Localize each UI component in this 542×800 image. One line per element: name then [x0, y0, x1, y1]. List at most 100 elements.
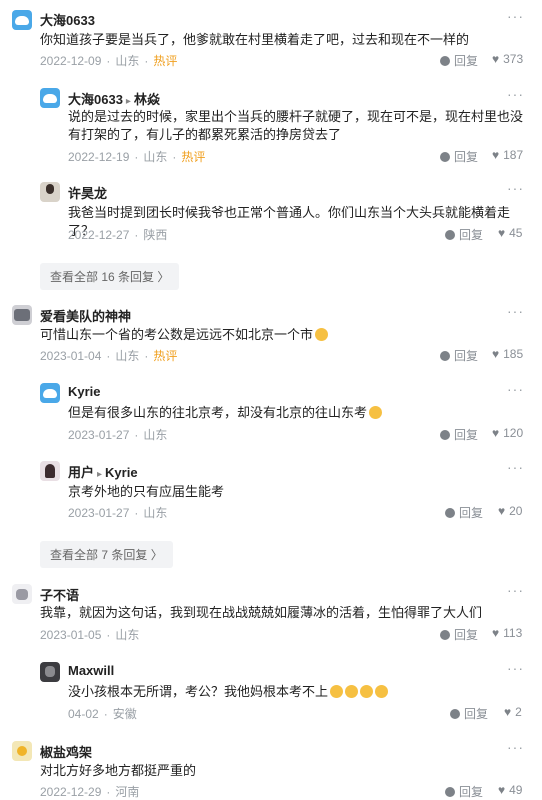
comment-location: 河南 — [115, 785, 140, 799]
heart-icon: ♥ — [504, 705, 512, 719]
avatar-icon[interactable] — [40, 461, 60, 481]
comment-date: 2023-01-04 — [40, 349, 102, 363]
like-button[interactable]: ♥ 49 — [498, 783, 522, 797]
reply-button[interactable]: 回复 — [440, 426, 478, 443]
comment-date: 2023-01-27 — [68, 428, 130, 442]
reply-to-user[interactable]: 林焱 — [134, 92, 160, 107]
comment-date: 2023-01-27 — [68, 506, 130, 520]
laughing-face-emoji — [345, 685, 359, 698]
more-icon[interactable]: ··· — [507, 381, 524, 397]
avatar-icon[interactable] — [12, 305, 32, 325]
more-icon[interactable]: ··· — [507, 582, 524, 598]
comment-date: 2022-12-19 — [68, 150, 130, 164]
avatar-icon[interactable] — [12, 10, 32, 30]
comment-text: 我靠，就因为这句话，我到现在战战兢兢如履薄冰的活着，生怕得罪了大人们 — [40, 605, 483, 620]
laughing-face-emoji — [315, 328, 329, 341]
more-icon[interactable]: ··· — [507, 660, 524, 676]
like-button[interactable]: ♥ 20 — [498, 504, 522, 518]
heart-icon: ♥ — [492, 426, 500, 440]
hot-badge: 热评 — [153, 349, 178, 363]
heart-icon: ♥ — [492, 626, 500, 640]
avatar-icon[interactable] — [40, 383, 60, 403]
username[interactable]: 许昊龙 — [68, 183, 107, 202]
comment-meta: 2022-12-19 · 山东 · 热评 — [68, 150, 206, 164]
comment-meta: 2023-01-05 · 山东 — [40, 628, 140, 642]
reply-button[interactable]: 回复 — [440, 347, 478, 364]
avatar-icon[interactable] — [40, 662, 60, 682]
comment-bubble-icon — [440, 630, 450, 640]
reply-button[interactable]: 回复 — [445, 504, 483, 521]
like-button[interactable]: ♥ 2 — [504, 705, 522, 719]
reply-to-user[interactable]: Kyrie — [105, 465, 138, 480]
hot-badge: 热评 — [153, 54, 178, 68]
like-button[interactable]: ♥ 45 — [498, 226, 522, 240]
comment-location: 陕西 — [143, 228, 168, 242]
comment-meta: 2023-01-27 · 山东 — [68, 428, 168, 442]
comment-date: 04-02 — [68, 707, 99, 721]
avatar-icon[interactable] — [40, 88, 60, 108]
comment-date: 2022-12-29 — [40, 785, 102, 799]
heart-icon: ♥ — [492, 148, 500, 162]
comment-location: 山东 — [115, 628, 140, 642]
comment-meta: 2022-12-29 · 河南 — [40, 785, 140, 799]
more-icon[interactable]: ··· — [507, 303, 524, 319]
view-all-replies-button[interactable]: 查看全部 7 条回复 〉 — [40, 541, 173, 568]
reply-arrow-icon: ▸ — [97, 469, 103, 480]
hot-badge: 热评 — [181, 150, 206, 164]
like-button[interactable]: ♥ 185 — [492, 347, 523, 361]
like-button[interactable]: ♥ 187 — [492, 148, 523, 162]
more-icon[interactable]: ··· — [507, 86, 524, 102]
heart-icon: ♥ — [498, 783, 506, 797]
laughing-face-emoji — [330, 685, 344, 698]
username[interactable]: Kyrie — [68, 384, 101, 399]
like-button[interactable]: ♥ 120 — [492, 426, 523, 440]
username[interactable]: 椒盐鸡架 — [40, 742, 92, 761]
comment-text: 但是有很多山东的往北京考，却没有北京的往山东考 — [68, 404, 528, 422]
comment-location: 山东 — [143, 150, 168, 164]
comment-meta: 04-02 · 安徽 — [68, 707, 137, 721]
more-icon[interactable]: ··· — [507, 739, 524, 755]
reply-button[interactable]: 回复 — [440, 148, 478, 165]
reply-button[interactable]: 回复 — [445, 783, 483, 800]
avatar-icon[interactable] — [12, 584, 32, 604]
reply-button[interactable]: 回复 — [440, 626, 478, 643]
username[interactable]: Maxwill — [68, 663, 114, 678]
like-button[interactable]: ♥ 373 — [492, 52, 523, 66]
comment-text: 说的是过去的时候，家里出个当兵的腰杆子就硬了，现在可不是，现在村里也没有打架的了… — [68, 109, 524, 142]
comment-location: 山东 — [143, 506, 168, 520]
comment-location: 山东 — [115, 349, 140, 363]
comment-location: 山东 — [143, 428, 168, 442]
comment-bubble-icon — [440, 351, 450, 361]
comment-bubble-icon — [445, 508, 455, 518]
username[interactable]: 大海0633 — [40, 10, 95, 29]
username[interactable]: 大海0633 ▸ 林焱 — [68, 89, 160, 108]
username[interactable]: 子不语 — [40, 585, 79, 604]
comment-date: 2022-12-09 — [40, 54, 102, 68]
comment-date: 2023-01-05 — [40, 628, 102, 642]
reply-button[interactable]: 回复 — [445, 226, 483, 243]
avatar-icon[interactable] — [12, 741, 32, 761]
comment-bubble-icon — [450, 709, 460, 719]
comment-text: 没小孩根本无所谓，考公？我他妈根本考不上 — [68, 683, 528, 701]
chevron-right-icon: 〉 — [157, 270, 170, 284]
like-button[interactable]: ♥ 113 — [492, 626, 522, 640]
avatar-icon[interactable] — [40, 182, 60, 202]
comment-location: 山东 — [115, 54, 140, 68]
heart-icon: ♥ — [492, 347, 500, 361]
username[interactable]: 用户 ▸ Kyrie — [68, 462, 138, 481]
reply-button[interactable]: 回复 — [450, 705, 488, 722]
username[interactable]: 爱看美队的神神 — [40, 306, 131, 325]
heart-icon: ♥ — [498, 504, 506, 518]
heart-icon: ♥ — [492, 52, 500, 66]
heart-icon: ♥ — [498, 226, 506, 240]
comment-location: 安徽 — [112, 707, 137, 721]
more-icon[interactable]: ··· — [507, 180, 524, 196]
comment-text: 你知道孩子要是当兵了，他爹就敢在村里横着走了吧，过去和现在不一样的 — [40, 32, 470, 47]
more-icon[interactable]: ··· — [507, 8, 524, 24]
comment-bubble-icon — [440, 152, 450, 162]
reply-button[interactable]: 回复 — [440, 52, 478, 69]
comment-text: 可惜山东一个省的考公数是远远不如北京一个市 — [40, 326, 520, 344]
view-all-replies-button[interactable]: 查看全部 16 条回复 〉 — [40, 263, 180, 290]
more-icon[interactable]: ··· — [507, 459, 524, 475]
reply-arrow-icon: ▸ — [125, 96, 131, 107]
